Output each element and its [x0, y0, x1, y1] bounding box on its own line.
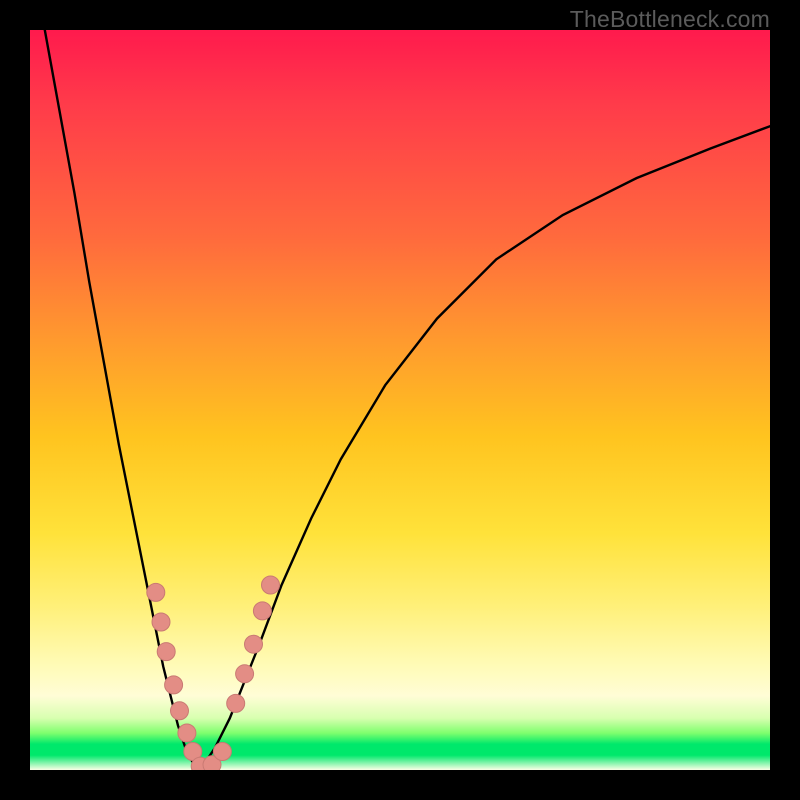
marker-dot	[165, 676, 183, 694]
marker-dot	[178, 724, 196, 742]
marker-dot	[253, 602, 271, 620]
marker-group	[147, 576, 280, 770]
curve-left-arm	[45, 30, 200, 770]
curve-right-arm	[200, 126, 770, 770]
marker-dot	[262, 576, 280, 594]
marker-dot	[157, 643, 175, 661]
watermark-text: TheBottleneck.com	[570, 6, 770, 33]
marker-dot	[147, 583, 165, 601]
curve-layer	[30, 30, 770, 770]
marker-dot	[227, 694, 245, 712]
marker-dot	[245, 635, 263, 653]
marker-dot	[213, 743, 231, 761]
plot-area	[30, 30, 770, 770]
marker-dot	[152, 613, 170, 631]
chart-frame: TheBottleneck.com	[0, 0, 800, 800]
marker-dot	[236, 665, 254, 683]
marker-dot	[171, 702, 189, 720]
